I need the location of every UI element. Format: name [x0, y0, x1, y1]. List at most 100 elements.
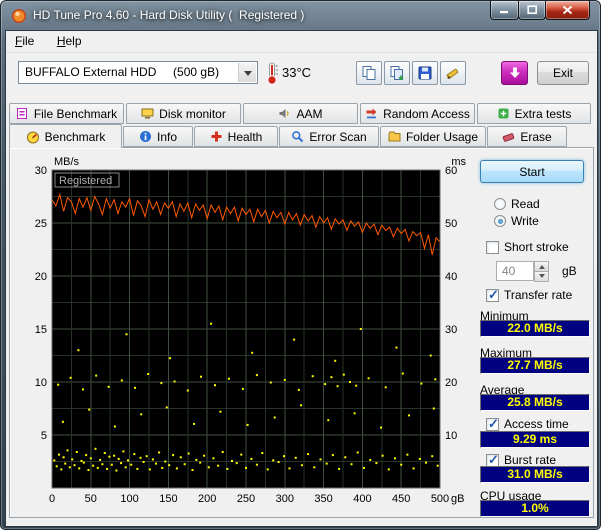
- burst-rate-checkbox[interactable]: Burst rate: [486, 452, 556, 468]
- svg-text:150: 150: [159, 493, 177, 505]
- svg-text:25: 25: [35, 218, 47, 230]
- titlebar: HD Tune Pro 4.60 - Hard Disk Utility ( R…: [1, 1, 600, 30]
- tab-disk-monitor[interactable]: Disk monitor: [126, 103, 241, 124]
- svg-text:20: 20: [35, 271, 47, 283]
- save-icon: [418, 66, 432, 80]
- start-button[interactable]: Start: [480, 160, 584, 183]
- svg-text:60: 60: [445, 165, 457, 177]
- write-label: Write: [511, 214, 539, 228]
- svg-text:500: 500: [431, 493, 449, 505]
- svg-text:50: 50: [445, 218, 457, 230]
- benchmark-chart: RegisteredMB/s ms302520151056050403020100…: [35, 156, 467, 505]
- read-label: Read: [511, 197, 540, 211]
- menu-item-help[interactable]: Help: [48, 31, 91, 51]
- screenshot-button[interactable]: [440, 61, 466, 85]
- copy-image-icon: [390, 66, 404, 80]
- tab-folder-usage[interactable]: Folder Usage: [380, 126, 486, 147]
- disk-monitor-icon: [141, 108, 154, 119]
- capture-button[interactable]: [501, 61, 528, 85]
- temperature-value: 33°C: [282, 65, 312, 80]
- benchmark-icon: [26, 131, 39, 143]
- window-title: HD Tune Pro 4.60 - Hard Disk Utility ( R…: [33, 8, 305, 22]
- tab-file-benchmark[interactable]: File Benchmark: [9, 103, 124, 124]
- svg-text:MB/s: MB/s: [54, 156, 80, 168]
- tab-label: Erase: [520, 129, 552, 144]
- tab-extra-tests[interactable]: Extra tests: [477, 103, 591, 124]
- menu-item-file[interactable]: File: [6, 31, 43, 51]
- tab-health[interactable]: Health: [194, 126, 278, 147]
- maximize-button[interactable]: [518, 1, 546, 20]
- svg-text:100: 100: [120, 493, 138, 505]
- svg-text:15: 15: [35, 324, 47, 336]
- tab-info[interactable]: Info: [123, 126, 193, 147]
- svg-text:450: 450: [392, 493, 410, 505]
- checkbox-checked-icon: [486, 287, 499, 303]
- tab-label: Extra tests: [514, 106, 572, 121]
- screenshot-icon: [446, 68, 459, 79]
- folder-usage-icon: [388, 131, 401, 142]
- arrow-down-icon: [538, 274, 545, 281]
- app-window: HD Tune Pro 4.60 - Hard Disk Utility ( R…: [0, 0, 601, 530]
- tab-error-scan[interactable]: Error Scan: [279, 126, 379, 147]
- svg-text:20: 20: [445, 377, 457, 389]
- radio-icon: [494, 198, 506, 210]
- tab-random-access[interactable]: Random Access: [360, 103, 475, 124]
- average-value: 25.8 MB/s: [480, 394, 590, 411]
- caption-buttons: [490, 1, 590, 20]
- tab-label: Health: [227, 129, 263, 144]
- stroke-spinner: [534, 261, 549, 282]
- svg-text:10: 10: [445, 430, 457, 442]
- stroke-unit-label: gB: [562, 264, 577, 278]
- thermometer-icon: [265, 61, 279, 90]
- maximum-value: 27.7 MB/s: [480, 357, 590, 374]
- maximize-icon: [526, 5, 537, 15]
- extra-tests-icon: [498, 108, 509, 119]
- benchmark-page: Registered MB/s ms 30 25 20 15 10 5 60 50 40 30 20 10 0…: [9, 147, 594, 518]
- spin-down-button[interactable]: [534, 271, 549, 282]
- write-radio[interactable]: Write: [494, 214, 539, 228]
- svg-text:300: 300: [276, 493, 294, 505]
- tab-erase[interactable]: Erase: [487, 126, 567, 147]
- svg-text:40: 40: [445, 271, 457, 283]
- save-button[interactable]: [412, 61, 438, 85]
- checkbox-icon: [486, 240, 499, 254]
- checkbox-checked-icon: [486, 452, 499, 468]
- error-scan-icon: [292, 131, 304, 143]
- read-radio[interactable]: Read: [494, 197, 540, 211]
- svg-text:10: 10: [35, 377, 47, 389]
- transfer-rate-checkbox[interactable]: Transfer rate: [486, 287, 573, 303]
- drive-select[interactable]: BUFFALO External HDD (500 gB): [18, 61, 258, 84]
- access-time-checkbox[interactable]: Access time: [486, 416, 569, 432]
- copy-image-button[interactable]: [384, 61, 410, 85]
- exit-button[interactable]: Exit: [537, 61, 589, 85]
- copy-button[interactable]: [356, 61, 382, 85]
- cpu-usage-value: 1.0%: [480, 500, 590, 517]
- minimize-button[interactable]: [490, 1, 519, 20]
- short-stroke-label: Short stroke: [504, 240, 569, 254]
- svg-text:Registered: Registered: [59, 175, 112, 187]
- close-button[interactable]: [545, 1, 590, 20]
- svg-text:5: 5: [41, 430, 47, 442]
- tab-aam[interactable]: AAM: [243, 103, 358, 124]
- health-icon: [211, 131, 222, 142]
- minimize-icon: [500, 10, 508, 13]
- close-icon: [562, 5, 573, 15]
- tab-label: File Benchmark: [33, 106, 118, 121]
- tab-label: Error Scan: [309, 129, 367, 144]
- drive-select-label: BUFFALO External HDD (500 gB): [25, 65, 220, 79]
- tab-label: Info: [156, 129, 177, 144]
- aam-icon: [279, 109, 290, 118]
- erase-icon: [503, 133, 515, 142]
- transfer-rate-label: Transfer rate: [504, 288, 573, 302]
- tab-benchmark[interactable]: Benchmark: [9, 124, 122, 148]
- access-time-value: 9.29 ms: [480, 431, 590, 448]
- chevron-down-icon: [238, 63, 256, 82]
- short-stroke-checkbox[interactable]: Short stroke: [486, 240, 569, 254]
- stroke-value-field[interactable]: 40: [496, 261, 534, 281]
- svg-text:200: 200: [198, 493, 216, 505]
- svg-text:30: 30: [445, 324, 457, 336]
- svg-text:350: 350: [314, 493, 332, 505]
- tab-label: Disk monitor: [159, 106, 226, 121]
- file-benchmark-icon: [16, 108, 27, 119]
- svg-text:gB: gB: [451, 493, 464, 505]
